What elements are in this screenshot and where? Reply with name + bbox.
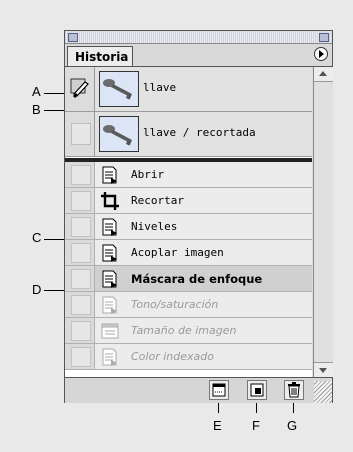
document-icon <box>102 348 117 366</box>
history-state-item-undone[interactable]: Tono/saturación <box>65 292 312 318</box>
document-icon <box>102 296 117 314</box>
history-state-label: Acoplar imagen <box>131 246 224 259</box>
document-icon <box>102 270 117 288</box>
history-source-column[interactable] <box>65 266 95 291</box>
callout-a: A <box>32 84 41 99</box>
callout-e: E <box>213 418 222 433</box>
history-state-item[interactable]: Niveles <box>65 214 312 240</box>
history-state-label: Tamaño de imagen <box>131 324 237 337</box>
palette-title-bar[interactable] <box>65 31 332 44</box>
callout-d: D <box>32 282 42 297</box>
document-icon <box>102 218 117 236</box>
scroll-down-button[interactable] <box>314 362 333 377</box>
snapshot-source-column[interactable] <box>65 67 95 111</box>
new-document-icon <box>212 383 226 397</box>
scroll-up-button[interactable] <box>314 67 333 82</box>
history-list: llave llave / recortada Abrir Recortar N… <box>65 67 312 377</box>
history-state-label: Recortar <box>131 194 184 207</box>
history-state-item[interactable]: Abrir <box>65 162 312 188</box>
palette-menu-arrow-icon[interactable] <box>314 47 328 61</box>
history-state-label: Máscara de enfoque <box>131 272 263 286</box>
callout-f: F <box>252 418 260 433</box>
image-size-icon <box>101 323 119 339</box>
new-snapshot-icon <box>250 383 264 397</box>
snapshot-source-column[interactable] <box>65 112 95 156</box>
history-brush-icon[interactable] <box>70 77 90 99</box>
callout-a-leader <box>44 93 66 94</box>
palette-bottom-bar <box>65 377 332 403</box>
history-source-column[interactable] <box>65 318 95 343</box>
document-icon <box>102 244 117 262</box>
history-source-column[interactable] <box>65 162 95 187</box>
callout-b: B <box>32 102 41 117</box>
palette-tab-row: Historia <box>65 44 332 67</box>
history-palette: Historia llave llave / recortada Abrir R… <box>64 30 333 403</box>
history-source-column[interactable] <box>65 240 95 265</box>
new-snapshot-button[interactable] <box>247 380 267 400</box>
history-state-label: Abrir <box>131 168 165 181</box>
new-document-from-state-button[interactable] <box>209 380 229 400</box>
history-scrollbar[interactable] <box>313 67 333 377</box>
history-state-label: Tono/saturación <box>131 298 219 311</box>
snapshot-item[interactable]: llave <box>65 67 312 112</box>
zoom-box-icon[interactable] <box>319 33 329 42</box>
history-source-column[interactable] <box>65 188 95 213</box>
resize-grip[interactable] <box>314 381 332 403</box>
trash-icon <box>288 382 300 398</box>
history-state-label: Color indexado <box>131 350 214 363</box>
history-source-column[interactable] <box>65 344 95 369</box>
callout-c: C <box>32 230 42 245</box>
document-icon <box>102 166 117 184</box>
snapshot-label: llave <box>143 81 177 94</box>
crop-icon <box>101 192 119 210</box>
history-state-label: Niveles <box>131 220 178 233</box>
history-state-item[interactable]: Recortar <box>65 188 312 214</box>
delete-state-button[interactable] <box>284 380 304 400</box>
history-state-item[interactable]: Acoplar imagen <box>65 240 312 266</box>
history-state-item-undone[interactable]: Color indexado <box>65 344 312 370</box>
close-box-icon[interactable] <box>68 33 78 42</box>
tab-history[interactable]: Historia <box>67 46 133 66</box>
history-state-item-undone[interactable]: Tamaño de imagen <box>65 318 312 344</box>
history-state-item-current[interactable]: Máscara de enfoque <box>65 266 312 292</box>
snapshot-label: llave / recortada <box>143 126 256 139</box>
key-thumbnail <box>99 116 139 152</box>
history-source-column[interactable] <box>65 292 95 317</box>
key-thumbnail <box>99 71 139 107</box>
snapshot-item[interactable]: llave / recortada <box>65 112 312 157</box>
callout-g: G <box>287 418 298 433</box>
history-source-column[interactable] <box>65 214 95 239</box>
